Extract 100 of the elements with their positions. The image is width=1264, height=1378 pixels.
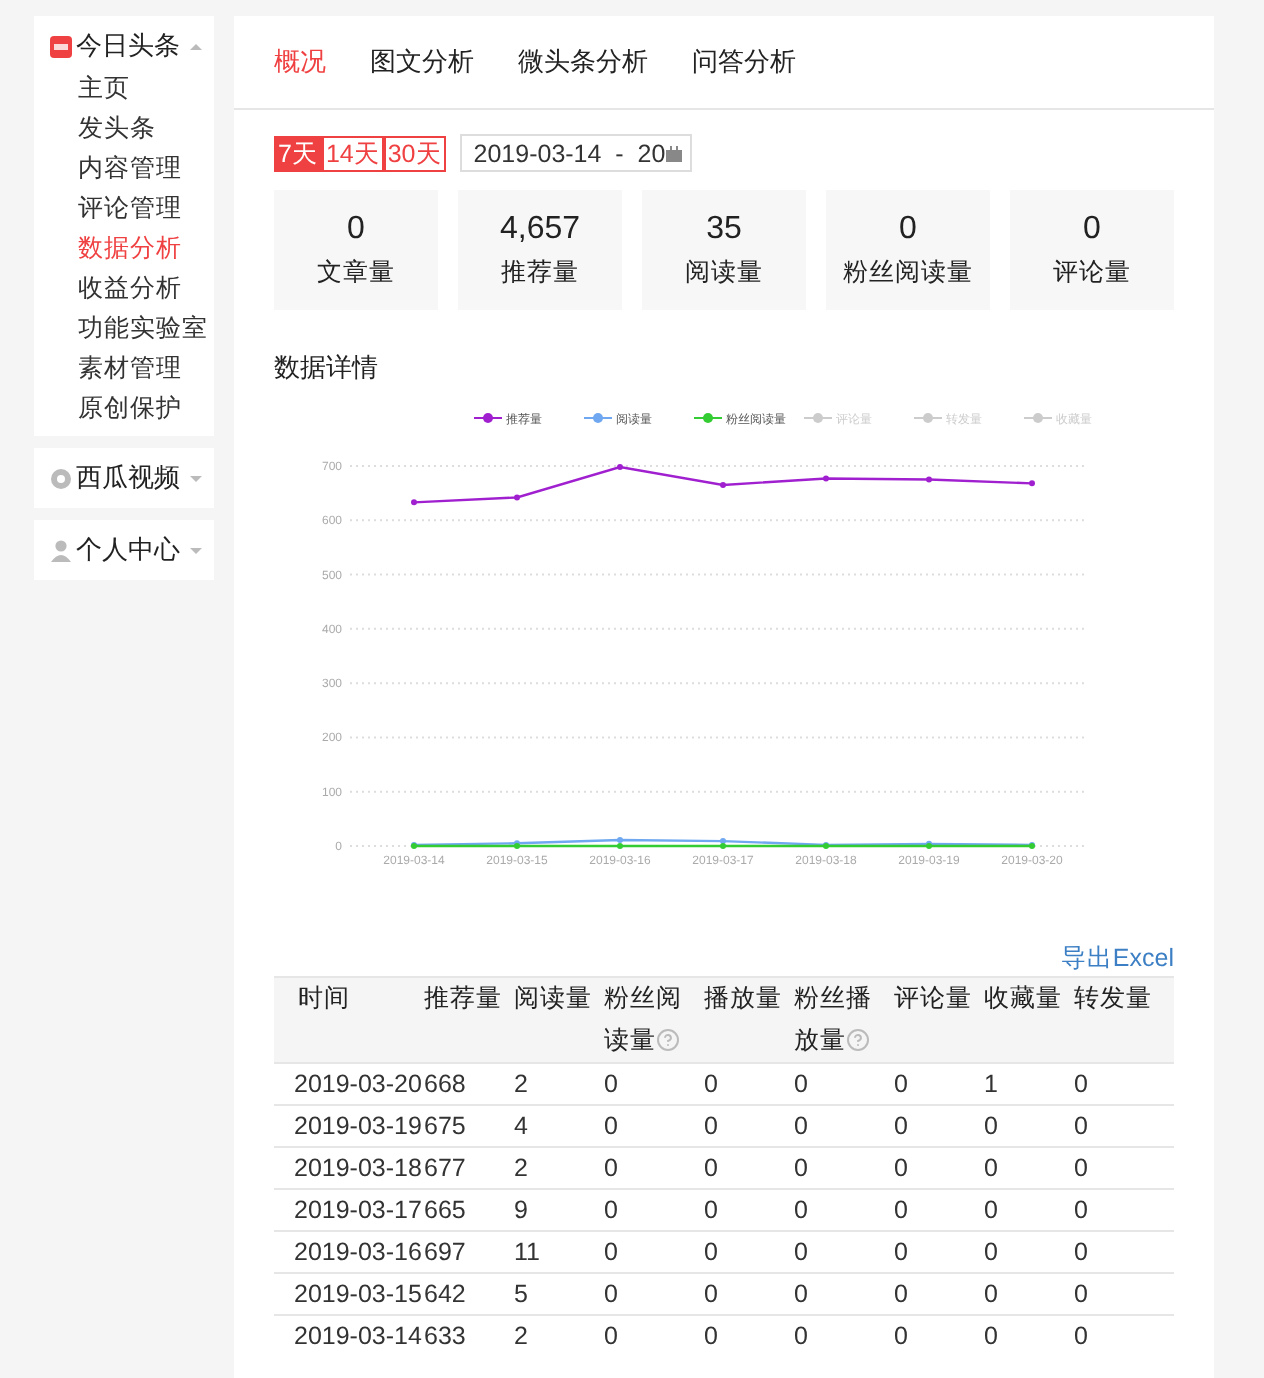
point <box>823 475 829 482</box>
table-cell: 0 <box>1068 1273 1174 1315</box>
table-cell: 2019-03-19 <box>274 1105 418 1147</box>
table-cell: 697 <box>418 1231 508 1273</box>
point <box>1029 480 1035 487</box>
table-cell: 2019-03-15 <box>274 1273 418 1315</box>
stat-value: 4,657 <box>499 211 581 247</box>
table-cell: 2019-03-16 <box>274 1231 418 1273</box>
export-link[interactable]: 导出Excel <box>1060 942 1174 976</box>
table-cell: 0 <box>978 1105 1068 1147</box>
column-header: 转发量 <box>1068 977 1174 1063</box>
sidebar-item[interactable]: 发头条 <box>50 108 214 148</box>
stat-value: 35 <box>706 211 742 247</box>
table-cell: 0 <box>788 1315 888 1356</box>
stat-label: 推荐量 <box>501 255 579 289</box>
table-cell: 2019-03-14 <box>274 1315 418 1356</box>
table-cell: 0 <box>698 1063 788 1105</box>
table-cell: 0 <box>1068 1147 1174 1189</box>
table-cell: 668 <box>418 1063 508 1105</box>
range-button[interactable]: 30天 <box>383 135 446 171</box>
table-cell: 0 <box>698 1189 788 1231</box>
column-header: 阅读量 <box>508 977 598 1063</box>
column-header: 收藏量 <box>978 977 1068 1063</box>
table-cell: 0 <box>978 1315 1068 1356</box>
stat-value: 0 <box>347 211 365 247</box>
table-cell: 633 <box>418 1315 508 1356</box>
tab[interactable]: 图文分析 <box>370 44 474 108</box>
range-button[interactable]: 14天 <box>321 135 384 171</box>
table-cell: 2019-03-18 <box>274 1147 418 1189</box>
table-cell: 0 <box>788 1273 888 1315</box>
sidebar-item[interactable]: 素材管理 <box>50 348 214 388</box>
table-cell: 677 <box>418 1147 508 1189</box>
table-cell: 0 <box>788 1147 888 1189</box>
sidebar-item[interactable]: 数据分析 <box>50 228 214 268</box>
point <box>926 476 932 483</box>
sidebar-item[interactable]: 主页 <box>50 68 214 108</box>
table-cell: 0 <box>978 1147 1068 1189</box>
table-cell: 0 <box>978 1189 1068 1231</box>
tab[interactable]: 微头条分析 <box>518 44 648 108</box>
table-cell: 0 <box>978 1273 1068 1315</box>
table-cell: 665 <box>418 1189 508 1231</box>
table-cell: 0 <box>1068 1315 1174 1356</box>
table-cell: 0 <box>698 1147 788 1189</box>
sidebar-item[interactable]: 原创保护 <box>50 388 214 428</box>
table-cell: 1 <box>978 1063 1068 1105</box>
table-cell: 0 <box>788 1231 888 1273</box>
table-cell: 0 <box>598 1273 698 1315</box>
table-cell: 0 <box>888 1273 978 1315</box>
sidebar-group-header[interactable]: 西瓜视频 <box>50 456 214 500</box>
table-cell: 0 <box>1068 1063 1174 1105</box>
sidebar-item[interactable]: 收益分析 <box>50 268 214 308</box>
table-cell: 0 <box>698 1231 788 1273</box>
table-cell: 0 <box>888 1315 978 1356</box>
table-cell: 0 <box>888 1189 978 1231</box>
table-cell: 11 <box>508 1231 598 1273</box>
person-icon <box>50 539 72 561</box>
table-cell: 642 <box>418 1273 508 1315</box>
table-cell: 0 <box>788 1063 888 1105</box>
column-header: 粉丝阅读量 <box>598 977 698 1063</box>
tab[interactable]: 问答分析 <box>692 44 796 108</box>
sidebar-group-header[interactable]: 个人中心 <box>50 528 214 572</box>
table-cell: 0 <box>598 1105 698 1147</box>
tab[interactable]: 概况 <box>274 44 326 108</box>
table-cell: 0 <box>888 1105 978 1147</box>
section-title: 数据详情 <box>274 350 380 386</box>
table-cell: 0 <box>698 1273 788 1315</box>
table-cell: 2019-03-20 <box>274 1063 418 1105</box>
table-cell: 0 <box>698 1105 788 1147</box>
stat-label: 文章量 <box>317 255 395 289</box>
date-range-field[interactable]: 2019-03-14 - 20 <box>459 134 692 172</box>
range-button[interactable]: 7天 <box>274 135 322 171</box>
table-cell: 0 <box>888 1231 978 1273</box>
stat-label: 粉丝阅读量 <box>843 255 973 289</box>
table-cell: 675 <box>418 1105 508 1147</box>
circle-icon <box>50 467 72 489</box>
table-cell: 0 <box>598 1315 698 1356</box>
column-header: 播放量 <box>698 977 788 1063</box>
sidebar-item[interactable]: 功能实验室 <box>50 308 214 348</box>
table-cell: 9 <box>508 1189 598 1231</box>
point <box>411 499 417 506</box>
column-header: 评论量 <box>888 977 978 1063</box>
point <box>514 494 520 501</box>
sidebar-item[interactable]: 评论管理 <box>50 188 214 228</box>
table-cell: 0 <box>978 1231 1068 1273</box>
table-cell: 5 <box>508 1273 598 1315</box>
table-cell: 0 <box>598 1231 698 1273</box>
table-cell: 4 <box>508 1105 598 1147</box>
stat-label: 阅读量 <box>685 255 763 289</box>
table-cell: 0 <box>598 1063 698 1105</box>
stat-value: 0 <box>1083 211 1101 247</box>
column-header: 推荐量 <box>418 977 508 1063</box>
help-icon[interactable] <box>656 1028 680 1052</box>
table-cell: 0 <box>1068 1105 1174 1147</box>
sidebar-group-header[interactable]: 今日头条 <box>50 24 214 68</box>
table-cell: 2019-03-17 <box>274 1189 418 1231</box>
table-cell: 0 <box>698 1315 788 1356</box>
sidebar-item[interactable]: 内容管理 <box>50 148 214 188</box>
table-cell: 0 <box>598 1147 698 1189</box>
table-cell: 2 <box>508 1063 598 1105</box>
help-icon[interactable] <box>846 1028 870 1052</box>
